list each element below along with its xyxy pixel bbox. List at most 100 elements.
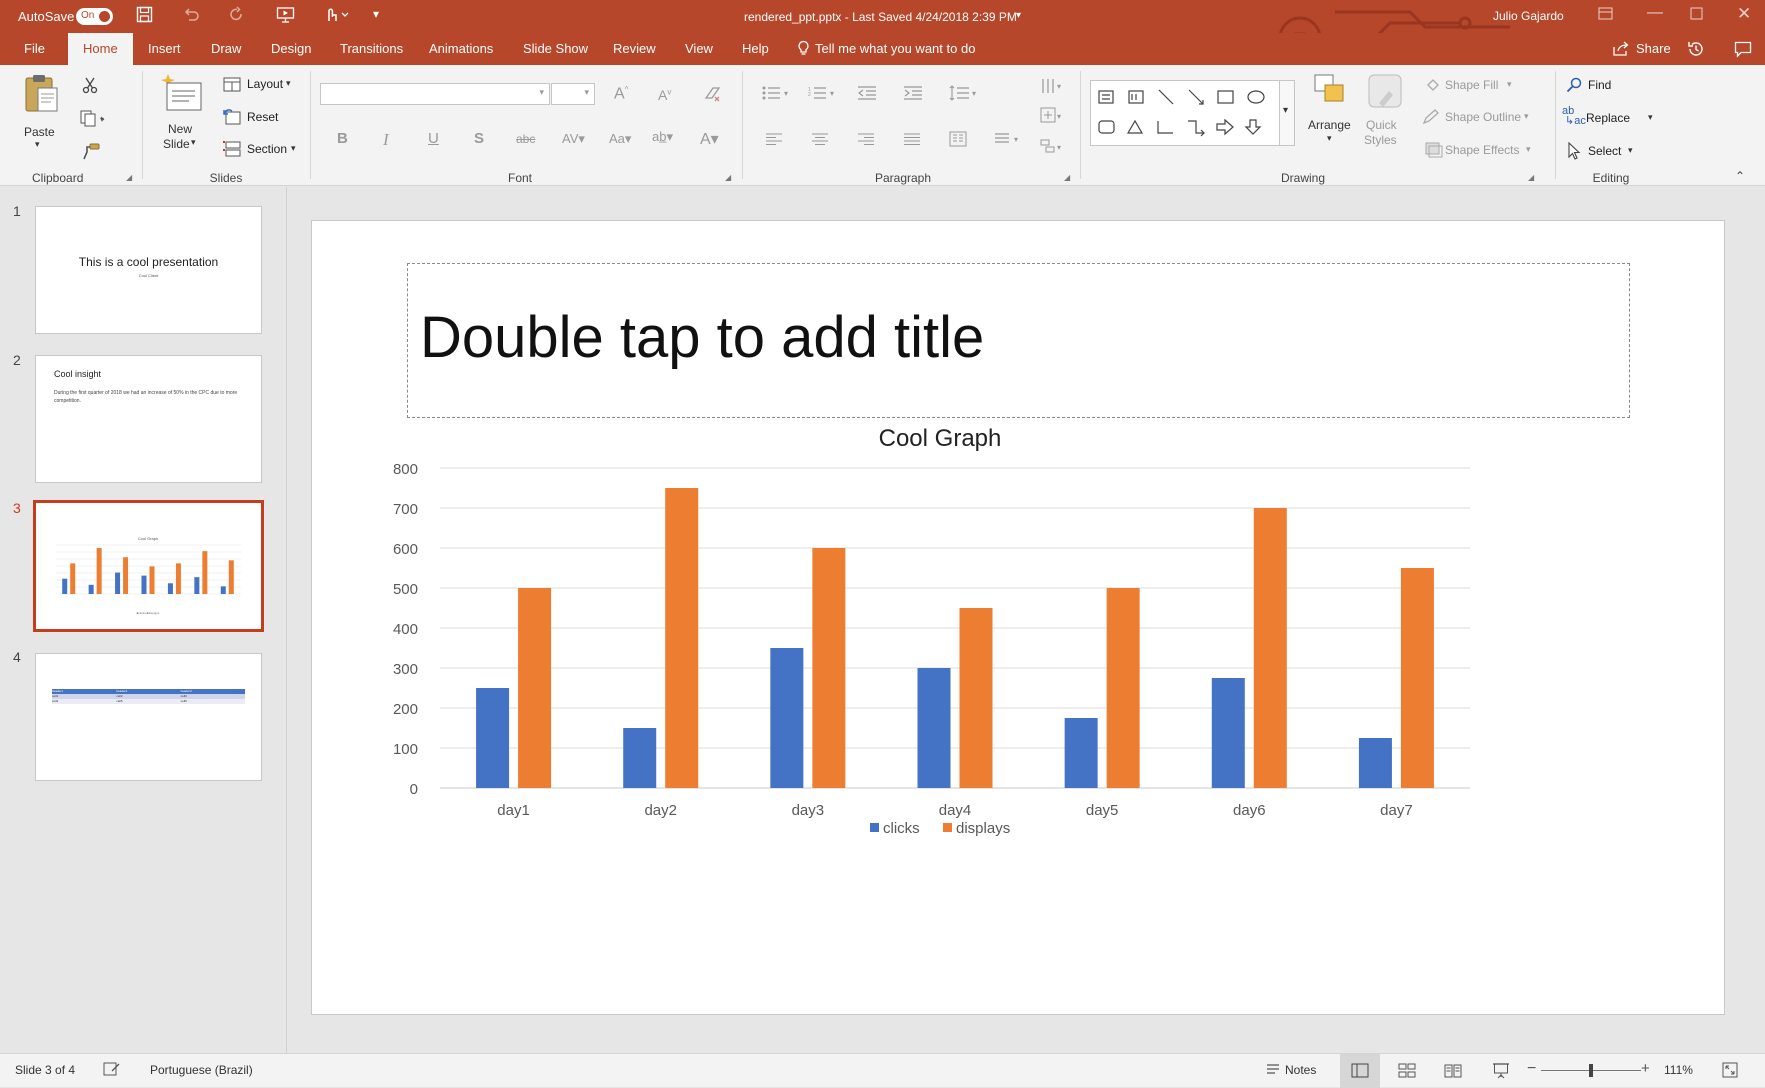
numbering-icon[interactable]: 1 2 ▾ <box>808 86 838 100</box>
reset-button[interactable]: Reset <box>223 108 283 128</box>
slide-sorter-icon[interactable] <box>1398 1063 1416 1078</box>
italic-icon[interactable]: I <box>383 130 389 150</box>
justify-icon[interactable] <box>904 133 920 145</box>
quick-styles-button[interactable]: Quick Styles <box>1364 73 1404 157</box>
bar-displays-day5[interactable] <box>1106 588 1140 788</box>
tab-draw[interactable]: Draw <box>211 33 241 65</box>
font-size-select[interactable]: ▾ <box>551 83 595 105</box>
cut-icon[interactable] <box>82 77 98 94</box>
paste-button[interactable]: Paste ▾ <box>18 73 62 149</box>
bar-chart[interactable]: Cool Graph 0 100 200 300 400 500 600 700 800 day… <box>380 411 1540 871</box>
shape-fill-button[interactable]: Shape Fill ▾ <box>1425 77 1535 97</box>
undo-icon[interactable] <box>183 6 200 23</box>
ribbon-display-options-icon[interactable] <box>1598 7 1613 21</box>
tell-me-search[interactable]: Tell me what you want to do <box>815 33 975 65</box>
bar-displays-day7[interactable] <box>1400 568 1434 788</box>
autosave-toggle[interactable]: On <box>76 8 113 25</box>
paragraph-launcher-icon[interactable]: ◢ <box>1064 173 1070 182</box>
bar-displays-day3[interactable] <box>812 548 846 788</box>
collapse-ribbon-icon[interactable]: ⌃ <box>1735 169 1745 183</box>
slide-thumbnail-2[interactable]: Cool insight During the first quarter of… <box>35 355 262 483</box>
bar-displays-day6[interactable] <box>1253 508 1287 788</box>
tab-transitions[interactable]: Transitions <box>340 33 403 65</box>
paste-dropdown-icon[interactable]: ▾ <box>35 139 40 150</box>
decrease-indent-icon[interactable] <box>857 86 877 100</box>
strikethrough-icon[interactable]: abc <box>516 132 535 146</box>
smartart-icon[interactable]: ▾ <box>1040 138 1068 156</box>
clear-formatting-icon[interactable] <box>703 85 721 103</box>
notes-icon[interactable] <box>1266 1063 1280 1076</box>
bar-clicks-day7[interactable] <box>1358 738 1392 788</box>
shape-effects-button[interactable]: Shape Effects ▾ <box>1425 142 1543 162</box>
font-family-select[interactable]: ▾ <box>320 83 550 105</box>
align-right-icon[interactable] <box>858 133 874 145</box>
text-direction-icon[interactable]: ▾ <box>994 132 1024 146</box>
zoom-in-icon[interactable]: + <box>1641 1060 1650 1077</box>
save-icon[interactable] <box>136 6 153 23</box>
zoom-level[interactable]: 111% <box>1664 1063 1693 1077</box>
change-case-icon[interactable]: Aa▾ <box>609 131 631 147</box>
zoom-out-icon[interactable]: − <box>1527 1060 1536 1078</box>
bold-icon[interactable]: B <box>337 130 348 147</box>
bar-clicks-day1[interactable] <box>476 688 510 788</box>
history-icon[interactable] <box>1687 40 1705 58</box>
arrange-button[interactable]: Arrange ▾ <box>1305 73 1355 153</box>
section-button[interactable]: Section ▾ <box>223 140 299 160</box>
bar-displays-day2[interactable] <box>665 488 699 788</box>
layout-button[interactable]: Layout ▾ <box>223 76 293 96</box>
font-launcher-icon[interactable]: ◢ <box>725 173 731 182</box>
bar-clicks-day5[interactable] <box>1064 718 1098 788</box>
start-from-beginning-icon[interactable] <box>276 6 295 23</box>
bar-clicks-day4[interactable] <box>917 668 951 788</box>
slide-thumbnail-1[interactable]: This is a cool presentation Cool Client <box>35 206 262 334</box>
slide-thumbnail-4[interactable]: header1 header2 header3 cell1 cell2 cell… <box>35 653 262 781</box>
shapes-gallery[interactable] <box>1090 80 1280 146</box>
underline-icon[interactable]: U <box>428 130 439 147</box>
shapes-gallery-more[interactable]: ▾ <box>1280 80 1295 146</box>
maximize-icon[interactable] <box>1690 7 1703 20</box>
fit-to-window-icon[interactable] <box>1722 1062 1738 1078</box>
customize-toolbar-icon[interactable]: ▾ <box>373 7 379 21</box>
align-left-icon[interactable] <box>766 133 782 145</box>
tab-design[interactable]: Design <box>271 33 311 65</box>
close-icon[interactable]: ✕ <box>1737 4 1751 24</box>
normal-view-button[interactable] <box>1340 1054 1380 1088</box>
select-button[interactable]: Select ▾ <box>1567 142 1647 162</box>
user-name[interactable]: Julio Gajardo <box>1493 9 1564 23</box>
redo-icon[interactable] <box>228 6 245 23</box>
tab-slide-show[interactable]: Slide Show <box>523 33 588 65</box>
bar-displays-day1[interactable] <box>518 588 552 788</box>
bar-clicks-day2[interactable] <box>623 728 657 788</box>
document-title[interactable]: rendered_ppt.pptx - Last Saved 4/24/2018… <box>744 10 1017 24</box>
drawing-launcher-icon[interactable]: ◢ <box>1528 173 1534 182</box>
bar-clicks-day6[interactable] <box>1211 678 1245 788</box>
replace-button[interactable]: ab ↳ac Replace ▾ <box>1562 106 1662 129</box>
copy-icon[interactable]: ▾ <box>80 110 106 127</box>
line-spacing-icon[interactable]: ▾ <box>949 85 979 101</box>
title-placeholder[interactable]: Double tap to add title <box>407 263 1630 418</box>
font-color-icon[interactable]: A▾ <box>700 129 719 149</box>
increase-font-size-icon[interactable]: A^ <box>614 85 628 103</box>
clipboard-launcher-icon[interactable]: ◢ <box>126 173 132 182</box>
convert-smartart-icon[interactable]: ▾ <box>1040 107 1068 125</box>
share-icon[interactable] <box>1613 41 1630 56</box>
character-spacing-icon[interactable]: AV▾ <box>562 131 585 147</box>
align-text-icon[interactable]: ▾ <box>1040 77 1068 95</box>
decrease-font-size-icon[interactable]: Av <box>658 87 671 103</box>
tab-help[interactable]: Help <box>742 33 769 65</box>
language-indicator[interactable]: Portuguese (Brazil) <box>150 1063 253 1077</box>
bar-displays-day4[interactable] <box>959 608 993 788</box>
comments-icon[interactable] <box>1734 41 1752 58</box>
tab-view[interactable]: View <box>685 33 713 65</box>
current-slide[interactable]: Double tap to add title Cool Graph 0 100 2… <box>311 220 1725 1015</box>
slide-show-icon[interactable] <box>1492 1062 1510 1079</box>
bullets-icon[interactable]: ▾ <box>762 86 792 100</box>
title-chevron-down-icon[interactable]: ▾ <box>1016 10 1021 21</box>
tab-insert[interactable]: Insert <box>148 33 181 65</box>
increase-indent-icon[interactable] <box>903 86 923 100</box>
tab-home[interactable]: Home <box>68 33 133 65</box>
tab-review[interactable]: Review <box>613 33 656 65</box>
slide-counter[interactable]: Slide 3 of 4 <box>15 1063 75 1077</box>
highlight-icon[interactable]: ab̲▾ <box>652 129 673 145</box>
shape-outline-button[interactable]: Shape Outline ▾ <box>1422 109 1540 129</box>
